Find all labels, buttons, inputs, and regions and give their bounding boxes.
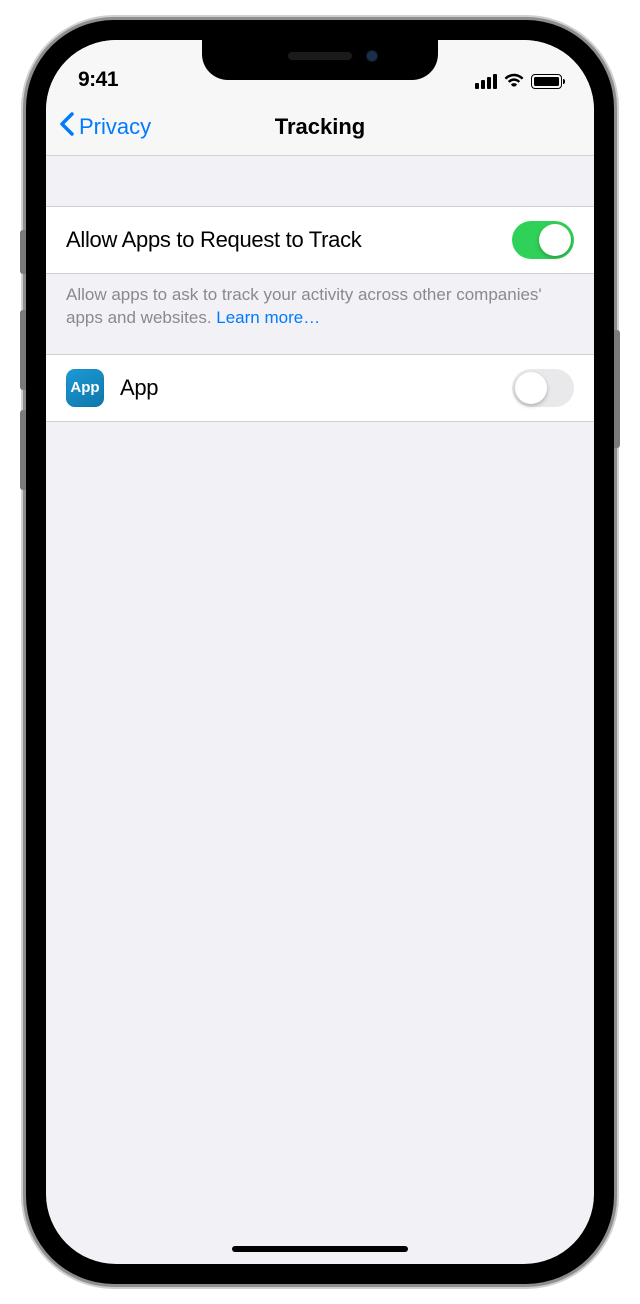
settings-content: Allow Apps to Request to Track Allow app… <box>46 156 594 422</box>
allow-tracking-row: Allow Apps to Request to Track <box>46 207 594 273</box>
back-label: Privacy <box>79 114 151 140</box>
learn-more-link[interactable]: Learn more… <box>216 308 320 327</box>
toggle-knob <box>539 224 571 256</box>
back-button[interactable]: Privacy <box>58 111 151 143</box>
allow-tracking-group: Allow Apps to Request to Track <box>46 206 594 274</box>
app-tracking-row: App App <box>46 355 594 421</box>
front-camera <box>366 50 378 62</box>
battery-icon <box>531 74 562 89</box>
app-tracking-toggle[interactable] <box>512 369 574 407</box>
status-time: 9:41 <box>78 68 118 92</box>
toggle-knob <box>515 372 547 404</box>
wifi-icon <box>504 71 524 92</box>
app-icon-label: App <box>70 379 99 396</box>
cellular-signal-icon <box>475 74 497 89</box>
app-name-label: App <box>120 375 512 401</box>
allow-tracking-label: Allow Apps to Request to Track <box>66 227 512 253</box>
home-indicator[interactable] <box>232 1246 408 1252</box>
volume-up-button <box>20 310 26 390</box>
power-button <box>614 330 620 448</box>
chevron-left-icon <box>58 111 75 143</box>
app-tracking-group: App App <box>46 354 594 422</box>
navigation-bar: Privacy Tracking <box>46 98 594 156</box>
speaker <box>288 52 352 60</box>
tracking-footer: Allow apps to ask to track your activity… <box>46 274 594 354</box>
silent-switch <box>20 230 26 274</box>
phone-frame: 9:41 <box>26 20 614 1284</box>
volume-down-button <box>20 410 26 490</box>
allow-tracking-toggle[interactable] <box>512 221 574 259</box>
status-indicators <box>475 71 562 92</box>
screen: 9:41 <box>46 40 594 1264</box>
notch <box>202 40 438 80</box>
app-icon: App <box>66 369 104 407</box>
